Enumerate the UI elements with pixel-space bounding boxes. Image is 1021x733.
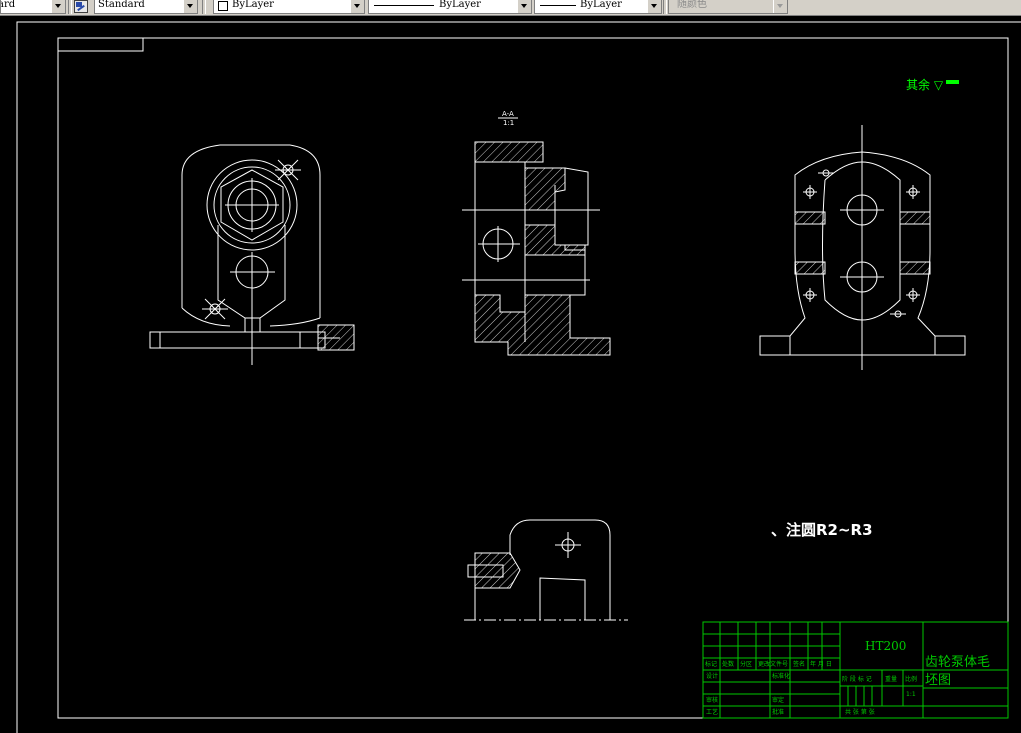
material-text: HT200 [865,639,906,653]
middle-hatch-block [524,224,586,256]
technical-note: 、注圆R2~R3 [771,521,873,539]
section-label-bottom: 1:1 [503,119,514,127]
title-header-label: 分区 [740,660,752,668]
drawing-canvas[interactable]: 其余 ▽ A-A 1:1 、注圆R2~R3 标记 处数 分区 更改文件号 签名 … [0,15,1021,733]
chevron-down-icon[interactable] [51,0,65,13]
stage-label: 重量 [885,675,897,683]
section-label-top: A-A [502,110,514,118]
port-hatch [899,211,931,225]
corner-label-box [57,37,144,52]
dimension-style-value: Standard [98,0,145,10]
chevron-down-icon[interactable] [183,0,197,13]
title-header-label: 标记 [705,660,717,668]
title-block: 标记 处数 分区 更改文件号 签名 年 月 日 设计 审核 工艺 标准化 审定 … [702,621,1009,719]
screw-hole-lower [202,298,228,320]
color-dropdown[interactable]: ByLayer [213,0,365,14]
title-row-label: 工艺 [706,708,718,716]
toolbar-separator [663,0,667,14]
lineweight-dropdown[interactable]: ByLayer [534,0,662,14]
partial-detail-view [464,519,628,621]
body-fillet [181,307,321,327]
title-mid-label: 审定 [772,696,784,704]
part-name-line1: 齿轮泵体毛 [925,655,990,670]
stage-label: 比例 [905,675,917,683]
detail-hatch [474,552,521,589]
base-plate-steps [159,332,301,348]
detail-step [539,577,586,620]
title-row-label: 设计 [706,672,718,680]
text-style-dropdown[interactable]: ard [0,0,66,14]
section-view-a-a: A-A 1:1 [462,110,611,356]
outer-sheet-border [16,21,1021,733]
port-hatch [899,261,931,275]
toolbar-separator [202,0,206,14]
text-style-value: ard [1,0,16,10]
chevron-down-icon [773,0,787,13]
title-header-label: 更改文件号 [758,660,788,668]
chevron-down-icon[interactable] [647,0,661,13]
port-hatch [794,211,826,225]
title-mid-label: 标准化 [772,672,790,680]
sheet-frames [16,21,1021,733]
title-header-label: 年 月 日 [810,660,832,668]
chevron-down-icon[interactable] [350,0,364,13]
properties-toolbar: ard Standard ByLayer ByLayer ByLayer 随颜色 [0,0,1021,16]
lineweight-sample-line [540,5,576,6]
plot-style-dropdown: 随颜色 [668,0,788,14]
detail-outline [509,519,611,620]
lineweight-value: ByLayer [580,0,622,10]
inner-sheet-border [57,37,1009,719]
title-header-label: 处数 [722,660,734,668]
upper-hatch-block [524,167,566,211]
top-flange-section [474,141,544,163]
title-row-label: 审核 [706,696,718,704]
front-view [149,144,355,365]
dimension-style-dropdown[interactable]: Standard [94,0,198,14]
base-plate-outline [149,331,326,349]
roughness-note: 其余 ▽ [906,77,959,92]
part-name-line2: 坯图 [925,673,951,688]
plot-style-value: 随颜色 [677,0,707,10]
port-hatch [794,261,826,275]
title-header-label: 签名 [793,660,805,668]
roughness-note-text: 其余 ▽ [906,77,944,92]
toolbar-separator [68,0,72,14]
side-view [759,125,966,370]
inner-cavity [822,161,901,321]
scale-value: 1:1 [906,691,916,698]
title-mid-label: 批准 [772,708,784,716]
lower-hatch-block [474,294,611,356]
dimension-style-icon[interactable] [74,0,88,13]
color-swatch-icon [218,1,228,11]
linetype-value: ByLayer [439,0,481,10]
color-value: ByLayer [232,0,274,10]
stage-label: 阶 段 标 记 [842,675,872,683]
sheet-count: 共 张 第 张 [845,708,875,716]
screw-hole-upper [275,159,301,181]
linetype-sample-line [374,5,434,6]
chevron-down-icon[interactable] [517,0,531,13]
linetype-dropdown[interactable]: ByLayer [368,0,532,14]
roughness-symbol [946,80,959,84]
